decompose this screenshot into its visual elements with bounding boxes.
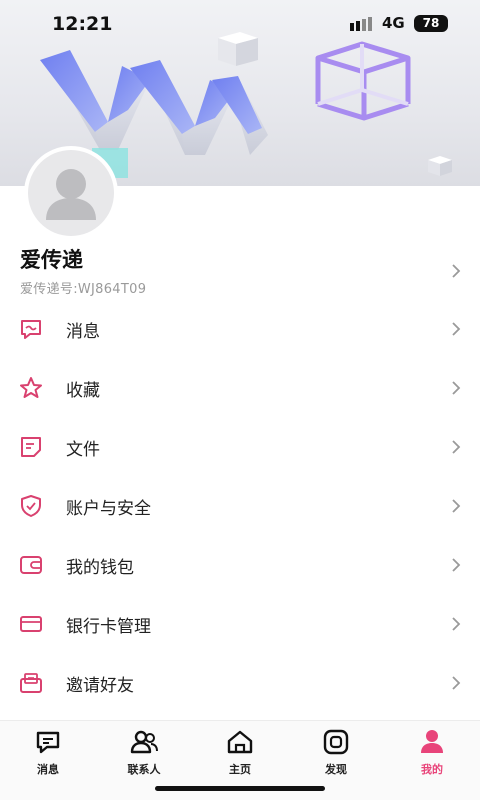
menu-label: 文件 [66, 440, 100, 460]
home-indicator [155, 786, 325, 791]
tab-discover[interactable]: 发现 [296, 727, 376, 783]
menu-item-bank-cards[interactable]: 银行卡管理 [0, 595, 480, 654]
menu-label: 账户与安全 [66, 499, 151, 519]
menu-item-wallet[interactable]: 我的钱包 [0, 536, 480, 595]
chevron-right-icon [452, 440, 461, 454]
tab-label: 联系人 [127, 763, 161, 776]
tab-contacts[interactable]: 联系人 [104, 727, 184, 783]
menu-item-messages[interactable]: 消息 [0, 300, 480, 359]
profile-id: 爱传递号:WJ864T09 [20, 282, 147, 297]
menu-label: 银行卡管理 [66, 617, 151, 637]
chevron-right-icon [452, 264, 461, 278]
status-time: 12:21 [52, 13, 113, 35]
tab-label: 发现 [325, 763, 347, 776]
me-icon [421, 730, 443, 753]
chevron-right-icon [452, 617, 461, 631]
invite-mail-icon [20, 673, 42, 693]
menu-label: 邀请好友 [66, 676, 134, 696]
bank-card-icon [20, 616, 42, 632]
contacts-icon [130, 730, 158, 754]
tab-label: 消息 [37, 763, 59, 776]
wallet-icon [20, 556, 42, 574]
chevron-right-icon [452, 322, 461, 336]
home-icon [227, 730, 253, 754]
shield-check-icon [21, 495, 41, 517]
menu-item-invite-friends[interactable]: 邀请好友 [0, 654, 480, 713]
chevron-right-icon [452, 499, 461, 513]
signal-icon [350, 17, 372, 31]
menu-label: 我的钱包 [66, 558, 134, 578]
menu-item-files[interactable]: 文件 [0, 418, 480, 477]
tab-messages[interactable]: 消息 [8, 727, 88, 783]
tab-me[interactable]: 我的 [392, 727, 472, 783]
menu-label: 收藏 [66, 381, 100, 401]
settings-menu: 消息 收藏 文件 账户与安全 我的钱包 银行卡管理 邀请好友 [0, 300, 480, 713]
chevron-right-icon [452, 381, 461, 395]
profile-row[interactable]: 爱传递 爱传递号:WJ864T09 [0, 232, 480, 302]
menu-item-favorites[interactable]: 收藏 [0, 359, 480, 418]
battery-icon: 78 [414, 15, 448, 32]
avatar[interactable] [24, 146, 118, 240]
tab-label: 我的 [421, 763, 443, 776]
chevron-right-icon [452, 676, 461, 690]
user-silhouette-icon [46, 169, 96, 220]
status-bar: 12:21 4G 78 [0, 0, 480, 48]
menu-item-account-security[interactable]: 账户与安全 [0, 477, 480, 536]
tab-label: 主页 [229, 763, 251, 776]
file-icon [21, 437, 41, 457]
chat-icon [36, 731, 60, 754]
menu-label: 消息 [66, 322, 100, 342]
profile-name: 爱传递 [20, 248, 83, 272]
tab-home[interactable]: 主页 [200, 727, 280, 783]
discover-icon [323, 729, 349, 755]
network-type: 4G [382, 14, 405, 32]
star-icon [20, 377, 42, 398]
message-bubble-icon [21, 320, 41, 339]
avatar-placeholder [28, 150, 114, 236]
chevron-right-icon [452, 558, 461, 572]
